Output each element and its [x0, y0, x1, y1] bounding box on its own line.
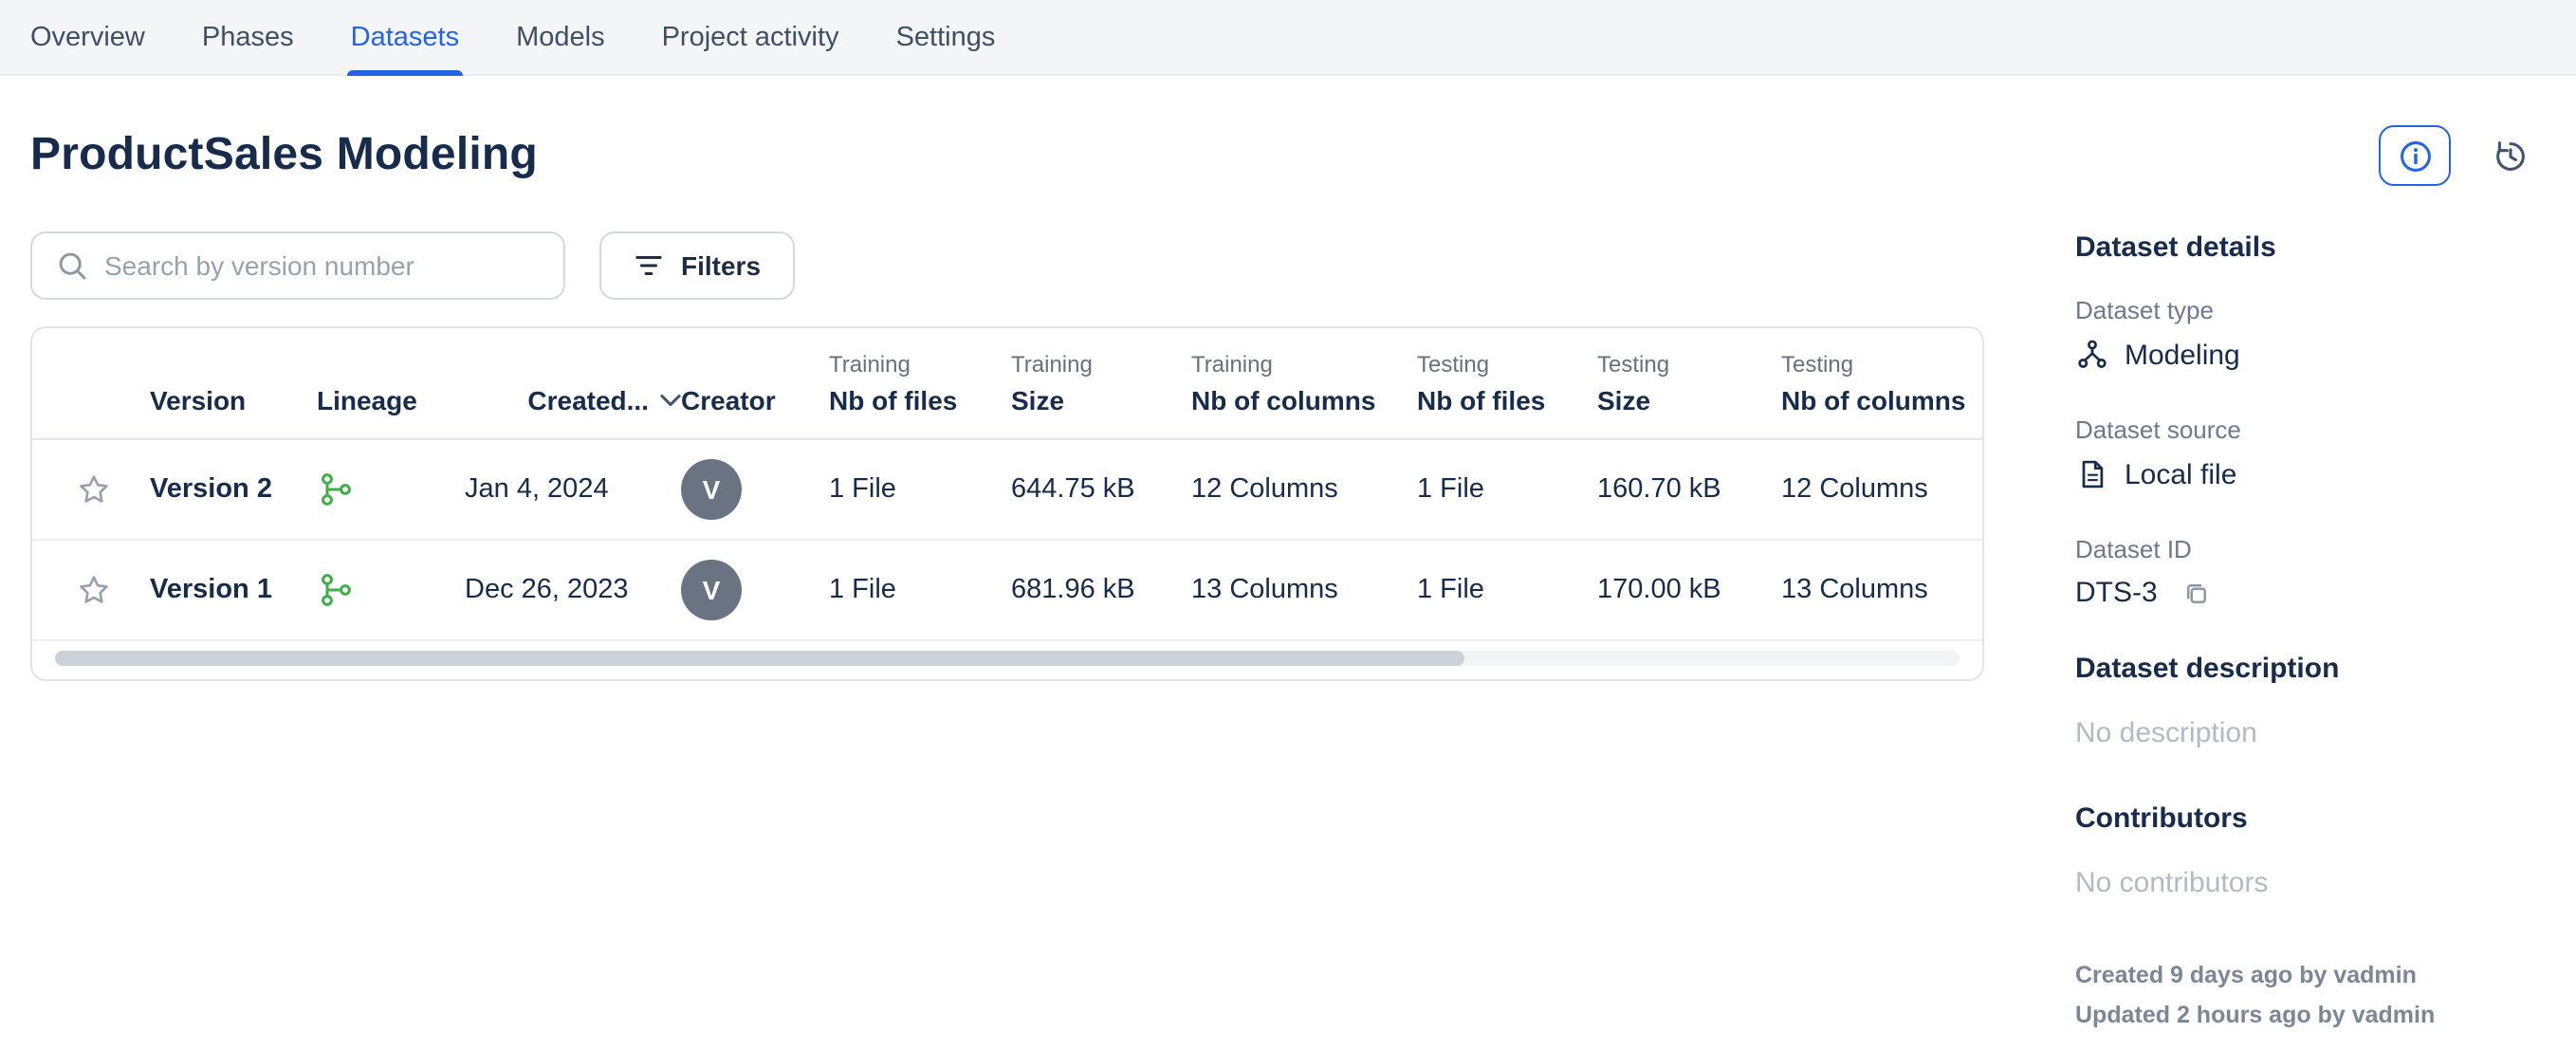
column-header-creator: Creator — [681, 385, 829, 415]
testing-size-cell: 160.70 kB — [1597, 474, 1781, 505]
training-size-cell: 644.75 kB — [1011, 474, 1191, 505]
modeling-icon — [2075, 338, 2109, 372]
dataset-source-label: Dataset source — [2075, 415, 2542, 444]
created-info: Created 9 days ago by vadmin — [2075, 956, 2542, 995]
tab-models[interactable]: Models — [516, 0, 605, 74]
favorite-button[interactable] — [74, 570, 114, 610]
dataset-id-value: DTS-3 — [2075, 577, 2542, 609]
search-box — [30, 231, 565, 300]
dataset-type-label: Dataset type — [2075, 296, 2542, 324]
contributors-title: Contributors — [2075, 802, 2542, 835]
info-button[interactable] — [2379, 125, 2451, 186]
file-icon — [2075, 457, 2109, 491]
lineage-icon — [317, 571, 355, 609]
versions-table: Version Lineage Created... Creator Train… — [30, 326, 1984, 681]
creator-avatar: V — [681, 459, 742, 520]
tab-datasets[interactable]: Datasets — [351, 0, 459, 74]
lineage-button[interactable] — [317, 571, 355, 609]
training-columns-cell: 12 Columns — [1191, 474, 1417, 505]
tab-project-activity[interactable]: Project activity — [662, 0, 839, 74]
testing-files-cell: 1 File — [1417, 474, 1597, 505]
dataset-details-panel: Dataset details Dataset type Modeling Da… — [2075, 231, 2542, 1035]
filters-label: Filters — [681, 250, 761, 281]
description-empty: No description — [2075, 717, 2542, 749]
lineage-icon — [317, 470, 355, 508]
details-title: Dataset details — [2075, 231, 2542, 264]
table-header-row: Version Lineage Created... Creator Train… — [32, 328, 1982, 440]
dataset-type-block: Dataset type Modeling — [2075, 296, 2542, 372]
page-title: ProductSales Modeling — [30, 129, 538, 182]
dataset-type-value: Modeling — [2075, 338, 2542, 372]
column-header-testing-columns: Testing Nb of columns — [1781, 351, 1982, 415]
training-files-cell: 1 File — [829, 474, 1011, 505]
audit-info: Created 9 days ago by vadmin Updated 2 h… — [2075, 956, 2542, 1035]
training-files-cell: 1 File — [829, 575, 1011, 605]
tab-settings[interactable]: Settings — [896, 0, 996, 74]
testing-columns-cell: 13 Columns — [1781, 575, 1982, 605]
creator-avatar: V — [681, 560, 742, 620]
column-header-training-size: Training Size — [1011, 351, 1191, 415]
testing-files-cell: 1 File — [1417, 575, 1597, 605]
table-row: Version 2 Jan 4, 2024 V 1 File 644.75 kB — [32, 440, 1982, 541]
table-row: Version 1 Dec 26, 2023 V 1 File 681.96 k… — [32, 541, 1982, 641]
header-actions — [2379, 125, 2546, 186]
star-icon — [74, 570, 114, 610]
scrollbar-thumb[interactable] — [55, 651, 1464, 666]
column-header-training-files: Training Nb of files — [829, 351, 1011, 415]
training-size-cell: 681.96 kB — [1011, 575, 1191, 605]
dataset-id-label: Dataset ID — [2075, 535, 2542, 563]
page-header: ProductSales Modeling — [0, 76, 2576, 186]
column-header-created[interactable]: Created... — [465, 385, 681, 415]
version-link[interactable]: Version 1 — [150, 575, 272, 605]
created-cell: Dec 26, 2023 — [465, 575, 681, 605]
tab-phases[interactable]: Phases — [202, 0, 294, 74]
dataset-source-block: Dataset source Local file — [2075, 415, 2542, 491]
testing-size-cell: 170.00 kB — [1597, 575, 1781, 605]
training-columns-cell: 13 Columns — [1191, 575, 1417, 605]
main-area: Filters Version Lineage Created... Creat… — [0, 186, 2576, 1035]
filters-button[interactable]: Filters — [599, 231, 795, 300]
toolbar: Filters — [30, 231, 1984, 300]
history-icon — [2490, 136, 2530, 175]
copy-id-button[interactable] — [2184, 580, 2211, 606]
column-header-training-columns: Training Nb of columns — [1191, 351, 1417, 415]
filter-icon — [634, 250, 664, 281]
column-header-testing-size: Testing Size — [1597, 351, 1781, 415]
column-header-lineage: Lineage — [317, 385, 465, 415]
updated-info: Updated 2 hours ago by vadmin — [2075, 995, 2542, 1034]
favorite-button[interactable] — [74, 470, 114, 509]
search-input[interactable] — [104, 250, 544, 281]
description-title: Dataset description — [2075, 653, 2542, 685]
search-icon — [55, 249, 89, 283]
star-icon — [74, 470, 114, 509]
testing-columns-cell: 12 Columns — [1781, 474, 1982, 505]
copy-icon — [2184, 580, 2211, 606]
contributors-empty: No contributors — [2075, 867, 2542, 899]
tab-overview[interactable]: Overview — [30, 0, 145, 74]
chevron-down-icon — [660, 393, 681, 408]
version-link[interactable]: Version 2 — [150, 474, 272, 505]
history-button[interactable] — [2474, 125, 2546, 186]
lineage-button[interactable] — [317, 470, 355, 508]
column-header-testing-files: Testing Nb of files — [1417, 351, 1597, 415]
dataset-source-value: Local file — [2075, 457, 2542, 491]
info-icon — [2397, 138, 2433, 174]
dataset-id-block: Dataset ID DTS-3 — [2075, 535, 2542, 609]
column-header-version: Version — [150, 385, 317, 415]
created-cell: Jan 4, 2024 — [465, 474, 681, 505]
top-navigation: Overview Phases Datasets Models Project … — [0, 0, 2576, 76]
horizontal-scrollbar[interactable] — [55, 651, 1960, 666]
app-root: Overview Phases Datasets Models Project … — [0, 0, 2576, 1051]
versions-section: Filters Version Lineage Created... Creat… — [30, 231, 1984, 1035]
